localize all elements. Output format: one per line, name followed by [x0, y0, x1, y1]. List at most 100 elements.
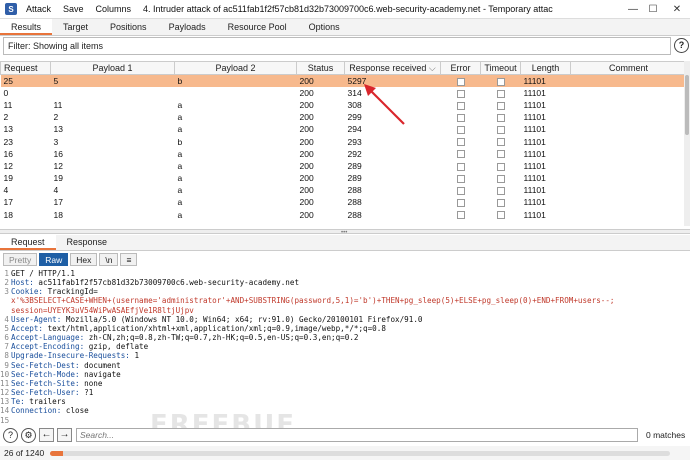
close-icon[interactable]: ✕: [664, 2, 690, 17]
request-editor[interactable]: 1 GET / HTTP/1.1 2 Host: ac511fab1f2f57cb81…: [0, 269, 690, 425]
help-icon[interactable]: ?: [674, 38, 689, 53]
table-row[interactable]: 17 17 a 200 288 11101: [1, 196, 687, 208]
cell-payload-1: 11: [53, 99, 63, 110]
table-row[interactable]: 19 19 a 200 289 11101: [1, 172, 687, 184]
table-row[interactable]: 4 4 a 200 288 11101: [1, 184, 687, 196]
maximize-icon[interactable]: ☐: [640, 2, 666, 17]
cell-length: 11101: [523, 197, 546, 208]
cell-status: 200: [299, 148, 314, 159]
results-scrollbar[interactable]: [684, 61, 690, 226]
timeout-checkbox: [496, 77, 505, 86]
tab-target[interactable]: Target: [52, 19, 99, 35]
raw-button[interactable]: Raw: [39, 253, 69, 266]
next-match-arrow-icon[interactable]: →: [57, 428, 72, 442]
tab-resource-pool[interactable]: Resource Pool: [217, 19, 298, 35]
header-value: Mozilla/5.0 (Windows NT 10.0; Win64; x64…: [61, 314, 423, 324]
editor-line: 12 Sec-Fetch-User: ?1: [0, 388, 690, 397]
col-payload-2[interactable]: Payload 2: [174, 61, 297, 75]
table-row[interactable]: 13 13 a 200 294 11101: [1, 123, 687, 135]
cell-length: 11101: [523, 99, 546, 110]
line-number: 11: [0, 378, 10, 388]
menu-columns[interactable]: Columns: [96, 4, 132, 14]
line-number: 1: [4, 269, 9, 278]
cell-length: 11101: [523, 160, 546, 171]
line-text: User-Agent: Mozilla/5.0 (Windows NT 10.0…: [11, 315, 422, 324]
cell-request: 25: [0, 74, 51, 87]
col-error[interactable]: Error: [440, 61, 481, 75]
scrollbar-thumb[interactable]: [685, 75, 689, 135]
line-text: Accept-Encoding: gzip, deflate: [11, 342, 148, 351]
header-name: Sec-Fetch-User:: [11, 388, 80, 398]
line-text: Connection: close: [11, 406, 89, 415]
cell-payload-2: a: [177, 99, 183, 110]
table-row[interactable]: 0 200 314 11101: [1, 87, 687, 99]
col-status[interactable]: Status: [296, 61, 345, 75]
editor-line: 13 Te: trailers: [0, 397, 690, 406]
cell-response-received: 289: [347, 173, 362, 184]
tab-results[interactable]: Results: [0, 19, 53, 35]
col-timeout[interactable]: Timeout: [480, 61, 521, 75]
line-text: Sec-Fetch-Mode: navigate: [11, 370, 121, 379]
cell-status: 200: [299, 99, 314, 110]
editor-line: 8 Upgrade-Insecure-Requests: 1: [0, 351, 690, 360]
tab-response[interactable]: Response: [56, 235, 119, 250]
table-row[interactable]: 2 2 a 200 299 11101: [1, 111, 687, 123]
cell-payload-1: [51, 87, 175, 99]
header-value: document: [79, 360, 121, 370]
cell-error: [441, 111, 481, 123]
help-icon-bottom[interactable]: ?: [3, 427, 18, 443]
tab-request[interactable]: Request: [0, 235, 56, 250]
menu-icon[interactable]: ≡: [120, 253, 138, 266]
cell-error: [441, 209, 481, 221]
newline-toggle-button[interactable]: \n: [99, 253, 119, 266]
tab-positions[interactable]: Positions: [99, 19, 158, 35]
col-length[interactable]: Length: [520, 61, 571, 75]
cell-request: 17: [3, 197, 13, 208]
pretty-button[interactable]: Pretty: [3, 253, 38, 266]
cell-comment: [571, 209, 687, 221]
col-comment[interactable]: Comment: [570, 61, 687, 75]
cell-error: [441, 148, 481, 160]
results-rows: 25 5 b 200 5297 11101 0 200 314 11101 11 11 a 200 308 1…: [0, 74, 687, 221]
col-response-received[interactable]: Response received ⌵: [344, 61, 441, 75]
col-request[interactable]: Request: [0, 61, 51, 75]
search-input[interactable]: [76, 428, 638, 442]
settings-gear-icon[interactable]: ⚙: [21, 427, 36, 443]
line-number: 15: [0, 415, 10, 425]
cell-status: 200: [299, 173, 314, 184]
cell-status: 200: [299, 185, 314, 196]
cell-payload-1: 13: [53, 124, 63, 135]
menu-attack[interactable]: Attack: [26, 4, 51, 14]
editor-line: 1 GET / HTTP/1.1: [0, 269, 690, 278]
editor-line: 7 Accept-Encoding: gzip, deflate: [0, 342, 690, 351]
timeout-checkbox: [496, 174, 505, 183]
cell-response-received: 299: [347, 112, 362, 123]
table-row[interactable]: 25 5 b 200 5297 11101: [0, 74, 687, 87]
header-name: User-Agent:: [11, 314, 62, 324]
cell-error: [441, 99, 481, 111]
tab-options[interactable]: Options: [298, 19, 351, 35]
pane-splitter[interactable]: •••: [0, 229, 690, 236]
filter-bar[interactable]: Filter: Showing all items: [3, 37, 671, 55]
table-row[interactable]: 12 12 a 200 289 11101: [1, 160, 687, 172]
cell-comment: [571, 99, 687, 111]
cell-request: 11: [3, 99, 13, 110]
col-payload-1[interactable]: Payload 1: [50, 61, 175, 75]
cell-timeout: [481, 184, 521, 196]
status-bar: 26 of 1240: [0, 446, 690, 460]
col-response-received-label: Response received: [349, 62, 427, 73]
timeout-checkbox: [496, 113, 505, 122]
table-row[interactable]: 16 16 a 200 292 11101: [1, 148, 687, 160]
attack-tabs: Results Target Positions Payloads Resour…: [0, 19, 690, 36]
cell-comment: [571, 184, 687, 196]
menu-save[interactable]: Save: [63, 4, 84, 14]
title-bar: S Attack Save Columns 4. Intruder attack…: [0, 0, 690, 19]
cell-length: 11101: [523, 124, 546, 135]
editor-line: 10 Sec-Fetch-Mode: navigate: [0, 370, 690, 379]
table-row[interactable]: 18 18 a 200 288 11101: [1, 209, 687, 221]
table-row[interactable]: 11 11 a 200 308 11101: [1, 99, 687, 111]
table-row[interactable]: 23 3 b 200 293 11101: [1, 135, 687, 147]
prev-match-arrow-icon[interactable]: ←: [39, 428, 54, 442]
tab-payloads[interactable]: Payloads: [158, 19, 217, 35]
hex-button[interactable]: Hex: [70, 253, 98, 266]
